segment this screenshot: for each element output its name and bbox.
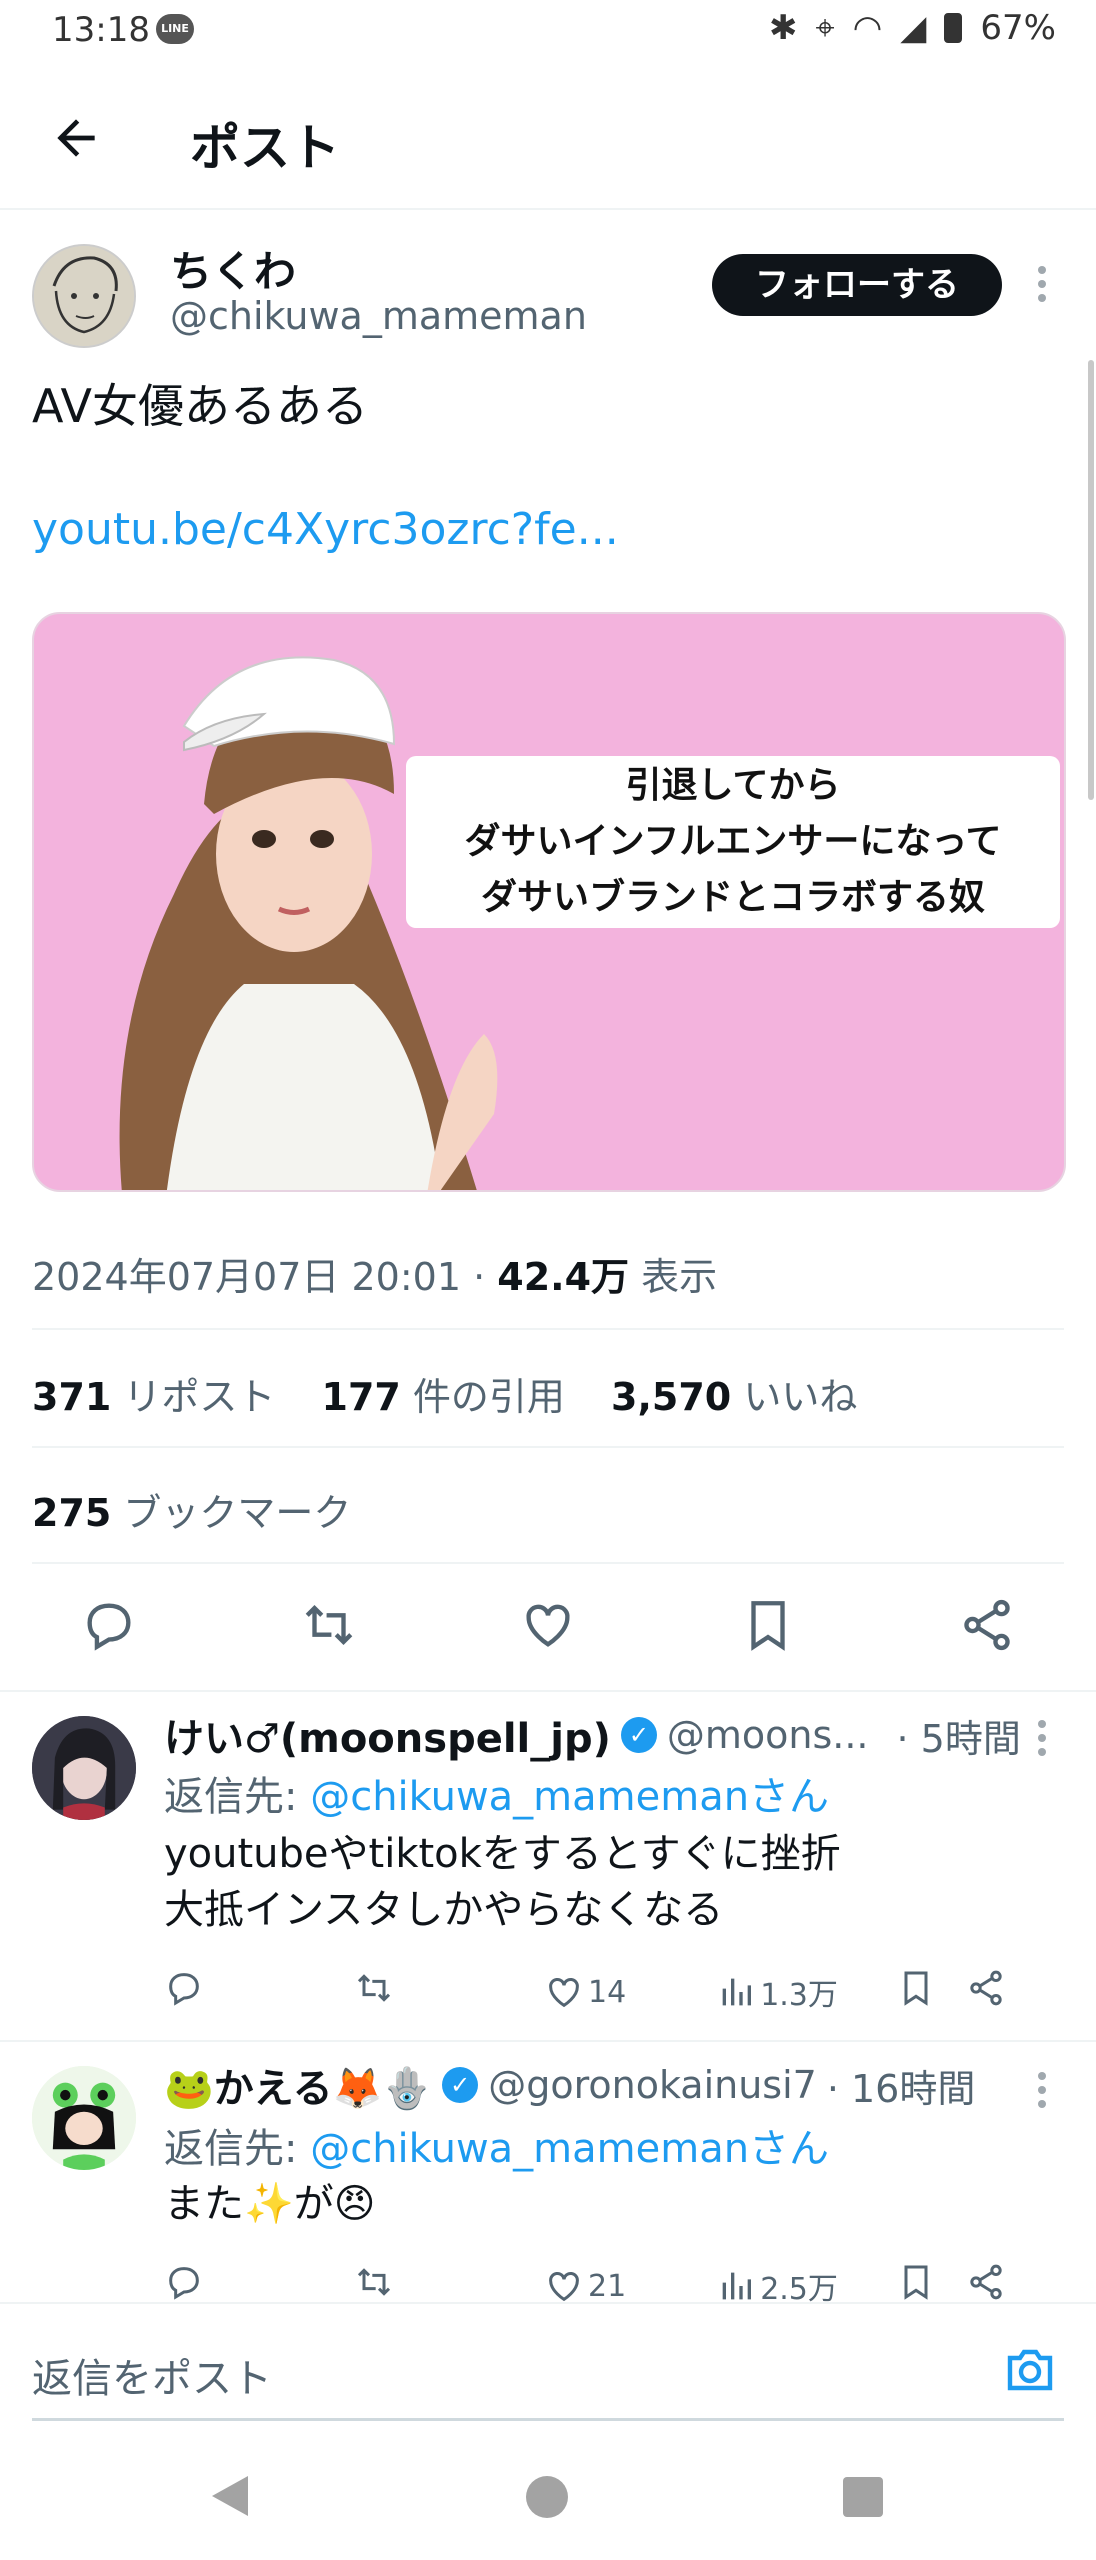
reply-text: youtubeやtiktokをするとすぐに挫折 大抵インスタしかやらなくなる	[164, 1826, 841, 1938]
likes-label: いいね	[731, 1375, 858, 1419]
views-count: 42.4万	[497, 1255, 630, 1299]
reply-header: 🐸かえる🦊🪬 ✓ @goronokainusi7 · 16時間	[164, 2056, 1064, 2114]
reposts-count: 371	[32, 1375, 112, 1419]
like-count: 21	[588, 2268, 627, 2304]
reply-action-bar: 14 1.3万	[164, 1968, 1064, 2016]
reply-to-handle[interactable]: @chikuwa_mamemanさん	[310, 1774, 829, 1820]
reply-text-line: 大抵インスタしかやらなくなる	[164, 1887, 724, 1933]
post-action-bar	[32, 1582, 1064, 1672]
battery-percent: 67%	[980, 8, 1056, 48]
reply-icon[interactable]	[80, 1596, 138, 1658]
reply-text-line: また✨が😠	[164, 2181, 376, 2227]
reposts-label: リポスト	[111, 1375, 276, 1419]
post-text: AV女優あるある	[32, 379, 368, 433]
page-title: ポスト	[190, 119, 340, 177]
reply-author-name[interactable]: けい♂(moonspell_jp)	[164, 1706, 611, 1764]
share-icon[interactable]	[966, 1968, 1006, 2016]
location-icon: ⌖	[815, 8, 835, 48]
camera-icon[interactable]	[1004, 2346, 1056, 2394]
reply-to-prefix: 返信先:	[164, 2126, 311, 2172]
card-caption-line-2: ダサいインフルエンサーになって	[464, 821, 1002, 862]
reply-text: また✨が😠	[164, 2176, 376, 2232]
reply-author-name[interactable]: 🐸かえる🦊🪬	[164, 2056, 432, 2114]
reply-to-handle[interactable]: @chikuwa_mamemanさん	[310, 2126, 829, 2172]
author-name[interactable]: ちくわ	[170, 238, 296, 299]
post-timestamp: 2024年07月07日 20:01 ·	[32, 1255, 498, 1299]
bookmark-icon[interactable]	[739, 1596, 797, 1658]
nav-back-icon[interactable]	[208, 2472, 252, 2520]
divider	[0, 2040, 1096, 2042]
like-icon[interactable]	[519, 1596, 577, 1658]
status-icons: ✱ ⌖ ◠ ◢ 67%	[769, 8, 1056, 48]
quotes-label: 件の引用	[400, 1375, 565, 1419]
reply-to-prefix: 返信先:	[164, 1774, 311, 1820]
like-button[interactable]: 21	[544, 2266, 626, 2306]
follow-button[interactable]: フォローする	[712, 254, 1002, 316]
reply-to-line: 返信先: @chikuwa_mamemanさん	[164, 1764, 829, 1822]
share-icon[interactable]	[958, 1596, 1016, 1658]
reply-icon[interactable]	[164, 1968, 204, 2016]
author-avatar[interactable]	[32, 244, 136, 348]
bookmark-icon[interactable]	[896, 1968, 936, 2016]
battery-icon	[944, 13, 963, 43]
reply-author-handle[interactable]: @moons...	[667, 1713, 869, 1757]
engagement-stats: 371 リポスト 177 件の引用 3,570 いいね	[32, 1366, 857, 1421]
divider	[32, 1328, 1064, 1330]
nav-home-icon[interactable]	[524, 2474, 570, 2520]
reposts-stat[interactable]: 371 リポスト	[32, 1375, 275, 1419]
link-card-image[interactable]: 引退してから ダサいインフルエンサーになって ダサいブランドとコラボする奴	[32, 612, 1066, 1192]
reply-avatar[interactable]	[32, 2066, 136, 2170]
scrollbar[interactable]	[1088, 360, 1094, 800]
reply-time: · 5時間	[896, 1716, 1021, 1761]
signal-icon: ◢	[900, 8, 927, 48]
bluetooth-icon: ✱	[768, 8, 798, 48]
like-count: 14	[588, 1974, 627, 2010]
line-notification-icon: LINE	[156, 14, 194, 44]
post-link[interactable]: youtu.be/c4Xyrc3ozrc?fe...	[32, 504, 619, 555]
reply-compose-input[interactable]: 返信をポスト	[32, 2346, 272, 2404]
verified-badge-icon: ✓	[620, 1717, 657, 1753]
quotes-stat[interactable]: 177 件の引用	[322, 1375, 565, 1419]
reply-text-line: youtubeやtiktokをするとすぐに挫折	[164, 1831, 841, 1877]
reply-more-options-icon[interactable]	[1036, 2072, 1048, 2114]
status-time: 13:18	[52, 10, 150, 50]
reply-header: けい♂(moonspell_jp) ✓ @moons... · 5時間	[164, 1706, 1064, 1764]
compose-underline	[32, 2418, 1064, 2421]
bookmarks-stat[interactable]: 275 ブックマーク	[32, 1482, 351, 1537]
reply-avatar[interactable]	[32, 1716, 136, 1820]
card-caption: 引退してから ダサいインフルエンサーになって ダサいブランドとコラボする奴	[406, 756, 1060, 928]
likes-count: 3,570	[611, 1375, 732, 1419]
bookmarks-count: 275	[32, 1491, 112, 1535]
nav-recents-icon[interactable]	[842, 2476, 884, 2518]
post-more-options-icon[interactable]	[1036, 266, 1048, 308]
card-caption-line-3: ダサいブランドとコラボする奴	[480, 877, 985, 918]
views-label: 表示	[629, 1255, 718, 1299]
views-count: 1.3万	[760, 1978, 838, 2013]
post-meta: 2024年07月07日 20:01 · 42.4万 表示	[32, 1246, 717, 1301]
reply-more-options-icon[interactable]	[1036, 1720, 1048, 1762]
like-button[interactable]: 14	[544, 1972, 626, 2012]
quotes-count: 177	[321, 1375, 401, 1419]
author-handle[interactable]: @chikuwa_mameman	[170, 294, 587, 338]
reply-author-handle[interactable]: @goronokainusi7	[488, 2063, 817, 2107]
reply-time: · 16時間	[826, 2066, 976, 2111]
card-caption-line-1: 引退してから	[625, 765, 841, 806]
bookmarks-label: ブックマーク	[111, 1491, 352, 1535]
back-arrow-icon[interactable]	[48, 110, 104, 166]
divider	[32, 1562, 1064, 1564]
repost-icon[interactable]	[300, 1596, 358, 1658]
divider	[0, 1690, 1096, 1692]
verified-badge-icon: ✓	[442, 2067, 479, 2103]
reply-to-line: 返信先: @chikuwa_mamemanさん	[164, 2116, 829, 2174]
views-button[interactable]: 1.3万	[716, 1970, 838, 2014]
wifi-icon: ◠	[852, 8, 883, 48]
divider	[32, 1446, 1064, 1448]
repost-icon[interactable]	[354, 1968, 394, 2016]
likes-stat[interactable]: 3,570 いいね	[611, 1375, 857, 1419]
header-divider	[0, 208, 1096, 210]
